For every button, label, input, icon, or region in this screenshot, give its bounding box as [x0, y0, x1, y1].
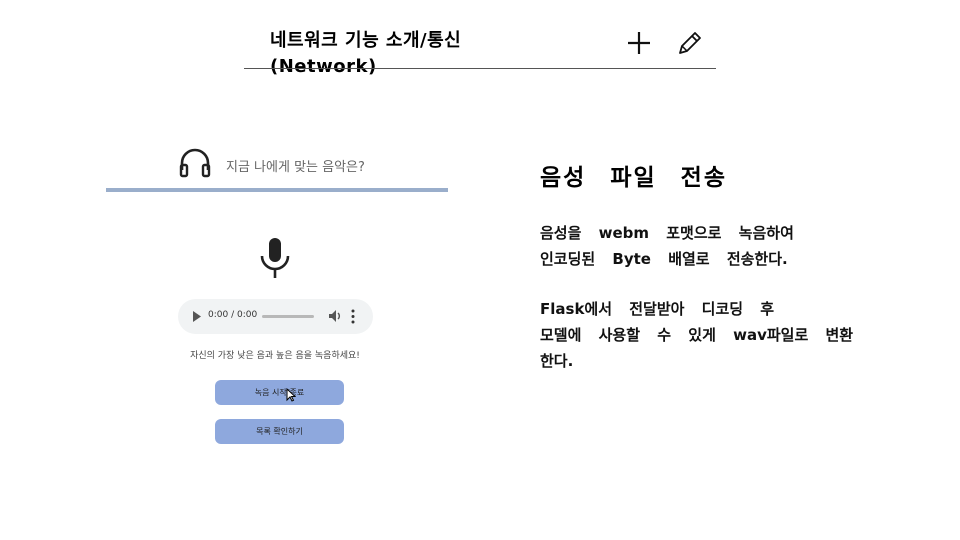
demo-header-divider [106, 188, 448, 192]
description-line: 한다. [540, 352, 574, 370]
description-paragraph-1: 음성을 webm 포맷으로 녹음하여 인코딩된 Byte 배열로 전송한다. [540, 220, 900, 272]
volume-icon[interactable] [328, 309, 343, 323]
view-list-button[interactable]: 목록 확인하기 [215, 419, 344, 444]
slide-title-line1: 네트워크 기능 소개/통신 [270, 30, 462, 51]
headphones-icon [179, 148, 211, 178]
description-line: 음성을 webm 포맷으로 녹음하여 [540, 224, 794, 242]
description-line: 인코딩된 Byte 배열로 전송한다. [540, 250, 788, 268]
section-heading: 음성 파일 전송 [540, 165, 727, 191]
slide-title-line2: (Network) [270, 56, 377, 77]
title-divider [244, 68, 716, 69]
microphone-icon[interactable] [256, 236, 294, 280]
mouse-cursor-icon [286, 388, 296, 402]
slide-title: 네트워크 기능 소개/통신 (Network) [270, 28, 600, 80]
audio-player[interactable]: 0:00 / 0:00 [178, 299, 373, 334]
play-icon[interactable] [192, 311, 202, 322]
more-options-icon[interactable] [350, 309, 356, 324]
demo-title: 지금 나에게 맞는 음악은? [226, 160, 365, 175]
plus-icon[interactable] [624, 28, 654, 58]
description-paragraph-2: Flask에서 전달받아 디코딩 후 모델에 사용할 수 있게 wav파일로 변… [540, 296, 900, 374]
audio-progress-bar[interactable] [262, 315, 314, 318]
demo-header: 지금 나에게 맞는 음악은? [178, 146, 438, 180]
pencil-icon[interactable] [674, 28, 704, 58]
audio-time: 0:00 / 0:00 [208, 310, 258, 320]
recording-hint: 자신의 가장 낮은 음과 높은 음을 녹음하세요! [190, 351, 360, 361]
description-line: 모델에 사용할 수 있게 wav파일로 변환 [540, 326, 854, 344]
record-toggle-button[interactable]: 녹음 시작/종료 [215, 380, 344, 405]
description-line: Flask에서 전달받아 디코딩 후 [540, 300, 775, 318]
